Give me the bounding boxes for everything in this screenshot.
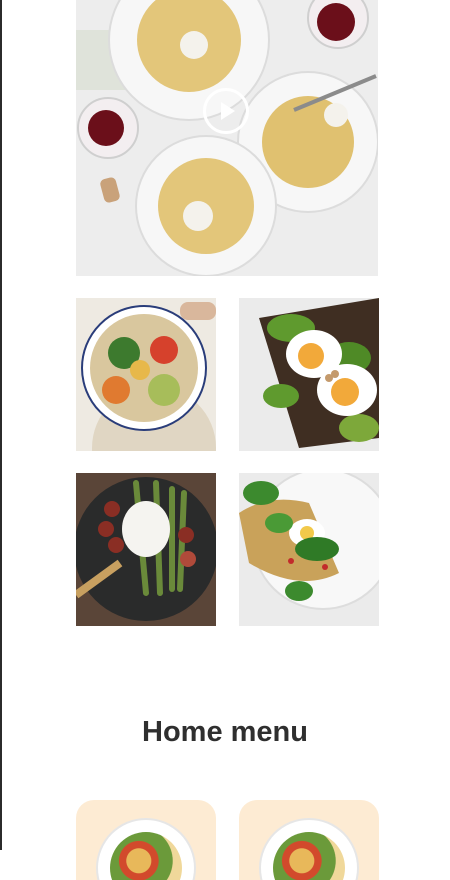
avocado-toast-illustration (239, 298, 379, 451)
gallery-photo-avocado-toast[interactable] (239, 298, 379, 451)
gallery-photo-spinach-toast[interactable] (239, 473, 379, 626)
gallery-photo-vegetable-bowl[interactable] (76, 298, 216, 451)
hero-food-photo[interactable] (76, 0, 378, 276)
menu-card[interactable] (239, 800, 379, 880)
asparagus-egg-illustration (76, 473, 216, 626)
play-video-button[interactable] (203, 88, 249, 134)
vegetable-bowl-illustration (76, 298, 216, 451)
spinach-toast-illustration (239, 473, 379, 626)
menu-card[interactable] (76, 800, 216, 880)
play-icon (221, 102, 235, 120)
pasta-plates-illustration (76, 0, 378, 276)
gallery-photo-asparagus-egg[interactable] (76, 473, 216, 626)
home-menu-heading: Home menu (142, 716, 308, 748)
